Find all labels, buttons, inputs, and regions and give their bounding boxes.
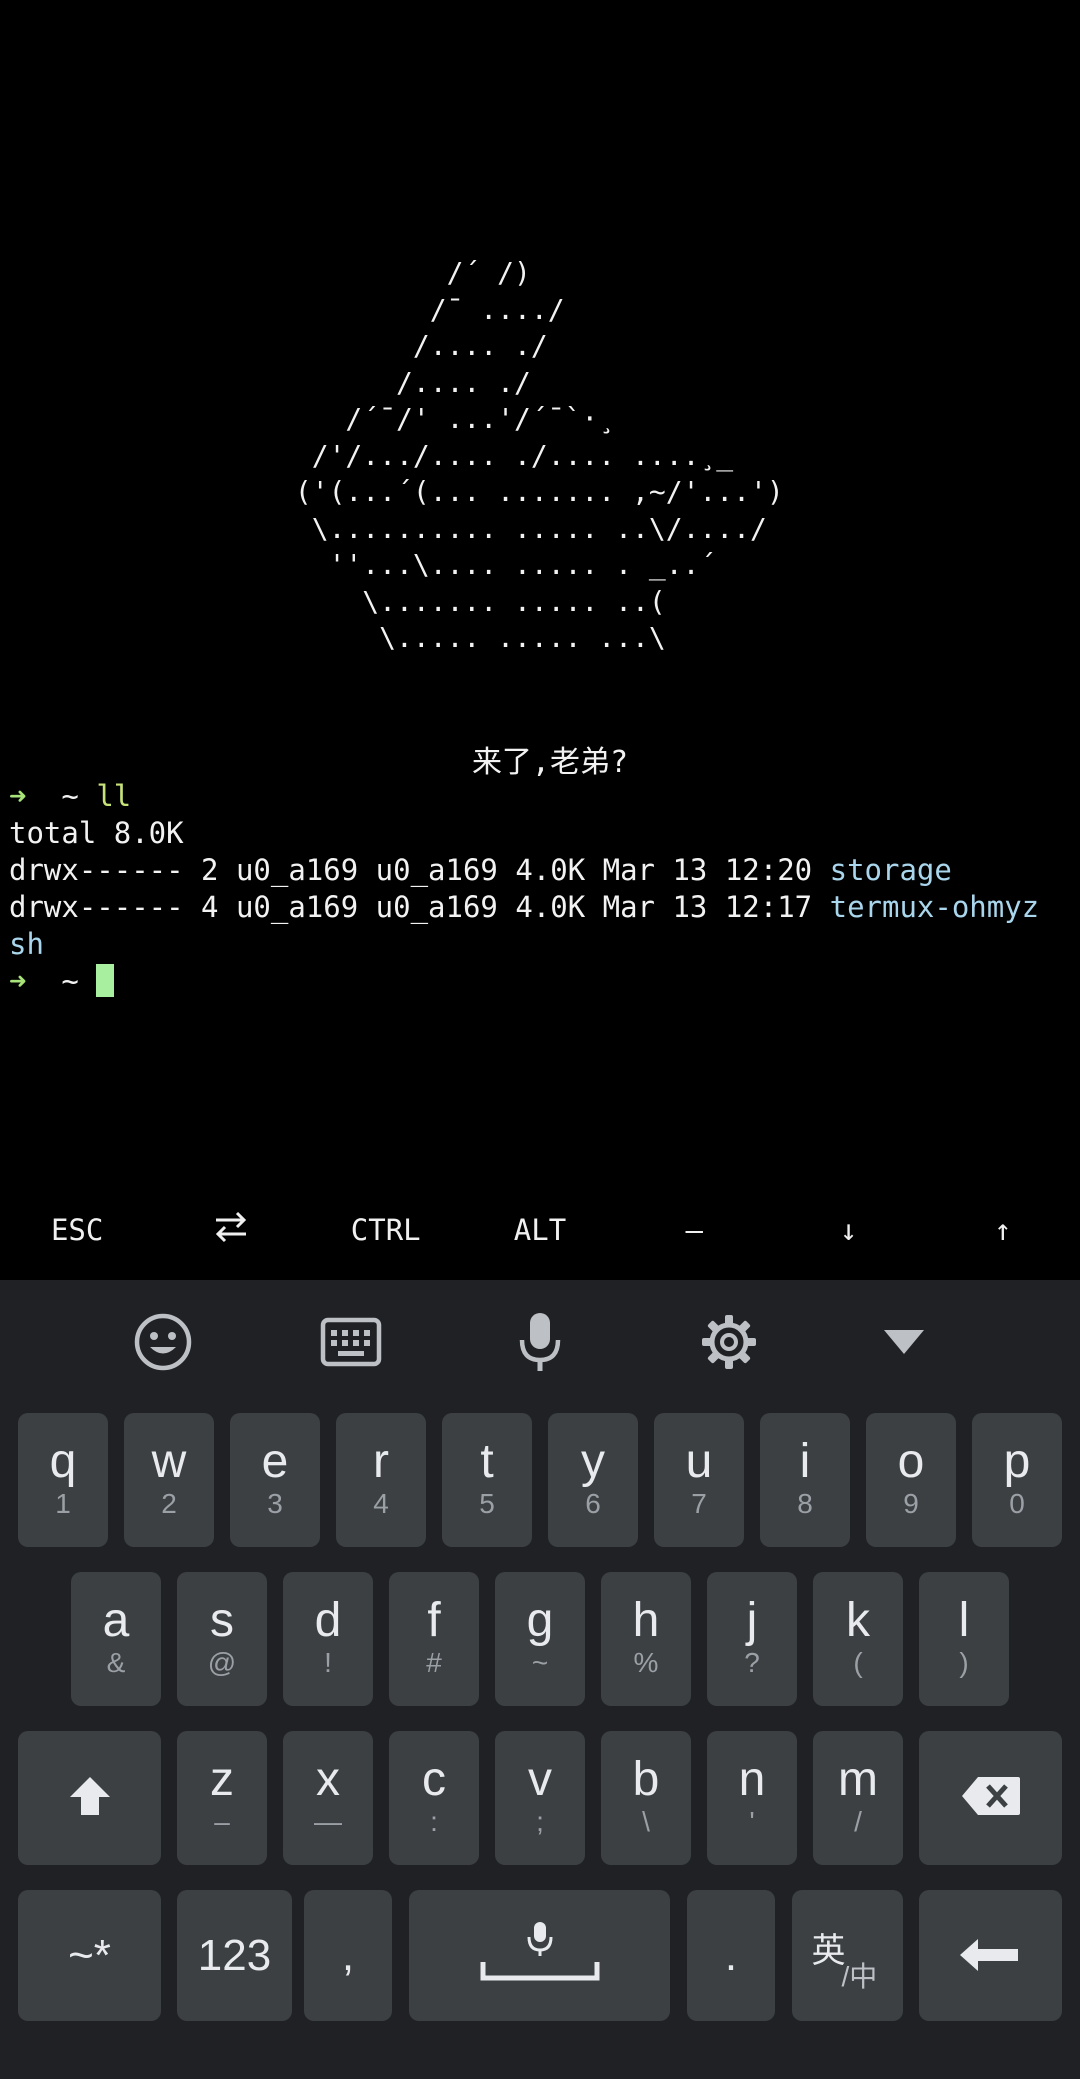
key-r[interactable]: r4 bbox=[336, 1413, 426, 1547]
period-key[interactable]: . bbox=[687, 1890, 775, 2021]
listing-name-continued: sh bbox=[9, 927, 44, 961]
tab-key[interactable] bbox=[154, 1190, 308, 1270]
space-key[interactable] bbox=[409, 1890, 670, 2021]
symbols-key[interactable]: ~* bbox=[18, 1890, 161, 2021]
key-f[interactable]: f # bbox=[389, 1572, 479, 1706]
prompt-arrow: ➜ bbox=[9, 964, 27, 998]
command-text: ll bbox=[96, 779, 132, 813]
listing-name: termux-ohmyz bbox=[829, 890, 1040, 924]
terminal-view[interactable]: /´ /) /¯ ..../ /.... ./ /.... ./ /´¯/' .… bbox=[0, 0, 1080, 1175]
language-switch-label: 英 /中 bbox=[811, 1931, 878, 1992]
ctrl-key[interactable]: CTRL bbox=[309, 1190, 463, 1270]
key-m[interactable]: m / bbox=[813, 1731, 903, 1865]
prompt-arrow: ➜ bbox=[9, 779, 27, 813]
key-y[interactable]: y6 bbox=[548, 1413, 638, 1547]
arrow-down-key[interactable]: ↓ bbox=[771, 1190, 925, 1270]
extra-keys-row: ESC CTRL ALT — ↓ ↑ bbox=[0, 1190, 1080, 1270]
key-k[interactable]: k( bbox=[813, 1572, 903, 1706]
active-prompt-line[interactable]: ➜ ~ bbox=[9, 963, 115, 1000]
esc-key[interactable]: ESC bbox=[0, 1190, 154, 1270]
key-s[interactable]: s @ bbox=[177, 1572, 267, 1706]
key-v[interactable]: v; bbox=[495, 1731, 585, 1865]
microphone-icon[interactable] bbox=[508, 1310, 572, 1374]
key-i[interactable]: i8 bbox=[760, 1413, 850, 1547]
terminal-cursor bbox=[96, 964, 115, 997]
listing-meta: drwx------ 4 u0_a169 u0_a169 4.0K Mar 13… bbox=[9, 890, 830, 924]
settings-gear-icon[interactable] bbox=[697, 1310, 761, 1374]
key-h[interactable]: h% bbox=[601, 1572, 691, 1706]
key-e[interactable]: e3 bbox=[230, 1413, 320, 1547]
navigation-bar-area bbox=[0, 2029, 1080, 2079]
key-t[interactable]: t5 bbox=[442, 1413, 532, 1547]
key-w[interactable]: w2 bbox=[124, 1413, 214, 1547]
keyboard-icon[interactable] bbox=[319, 1310, 383, 1374]
collapse-triangle-icon[interactable] bbox=[872, 1310, 936, 1374]
listing-name-wrap: sh bbox=[9, 926, 44, 963]
alt-key[interactable]: ALT bbox=[463, 1190, 617, 1270]
key-p[interactable]: p0 bbox=[972, 1413, 1062, 1547]
key-z[interactable]: z – bbox=[177, 1731, 267, 1865]
key-n[interactable]: n ' bbox=[707, 1731, 797, 1865]
key-u[interactable]: u7 bbox=[654, 1413, 744, 1547]
backspace-key[interactable] bbox=[919, 1731, 1062, 1865]
key-j[interactable]: j? bbox=[707, 1572, 797, 1706]
key-q[interactable]: q1 bbox=[18, 1413, 108, 1547]
key-x[interactable]: x — bbox=[283, 1731, 373, 1865]
screen: /´ /) /¯ ..../ /.... ./ /.... ./ /´¯/' .… bbox=[0, 0, 1080, 2079]
ascii-art-banner: /´ /) /¯ ..../ /.... ./ /.... ./ /´¯/' .… bbox=[294, 256, 784, 654]
enter-icon bbox=[958, 1933, 1024, 1978]
soft-keyboard: q1 w2 e3 r4 t5 y6 u7 i8 o9 p0 a & s @ d! f… bbox=[0, 1280, 1080, 2079]
key-l[interactable]: l) bbox=[919, 1572, 1009, 1706]
shift-arrow-icon bbox=[68, 1775, 112, 1822]
prompt-dir: ~ bbox=[61, 779, 79, 813]
tab-arrows-icon bbox=[213, 1210, 249, 1251]
space-mic-icon bbox=[480, 1918, 600, 1993]
key-c[interactable]: c: bbox=[389, 1731, 479, 1865]
backspace-icon bbox=[960, 1775, 1022, 1822]
total-line: total 8.0K bbox=[9, 816, 184, 850]
prompt-dir: ~ bbox=[61, 964, 79, 998]
listing-row: drwx------ 2 u0_a169 u0_a169 4.0K Mar 13… bbox=[9, 852, 952, 889]
greeting-text: 来了,老弟? bbox=[471, 745, 629, 780]
shift-key[interactable] bbox=[18, 1731, 161, 1865]
comma-key[interactable]: , bbox=[304, 1890, 392, 2021]
listing-meta: drwx------ 2 u0_a169 u0_a169 4.0K Mar 13… bbox=[9, 853, 830, 887]
numbers-key[interactable]: 123 bbox=[177, 1890, 292, 2021]
language-switch-key[interactable]: 英 /中 bbox=[792, 1890, 903, 2021]
key-o[interactable]: o9 bbox=[866, 1413, 956, 1547]
listing-row: drwx------ 4 u0_a169 u0_a169 4.0K Mar 13… bbox=[9, 889, 1039, 926]
arrow-up-key[interactable]: ↑ bbox=[926, 1190, 1080, 1270]
key-b[interactable]: b \ bbox=[601, 1731, 691, 1865]
listing-name: storage bbox=[829, 853, 952, 887]
key-g[interactable]: g ~ bbox=[495, 1572, 585, 1706]
emoji-icon[interactable] bbox=[131, 1310, 195, 1374]
key-a[interactable]: a & bbox=[71, 1572, 161, 1706]
prompt-line: ➜ ~ ll bbox=[9, 778, 131, 815]
keyboard-toolbar bbox=[0, 1280, 1080, 1400]
enter-key[interactable] bbox=[919, 1890, 1062, 2021]
key-d[interactable]: d! bbox=[283, 1572, 373, 1706]
dash-key[interactable]: — bbox=[617, 1190, 771, 1270]
